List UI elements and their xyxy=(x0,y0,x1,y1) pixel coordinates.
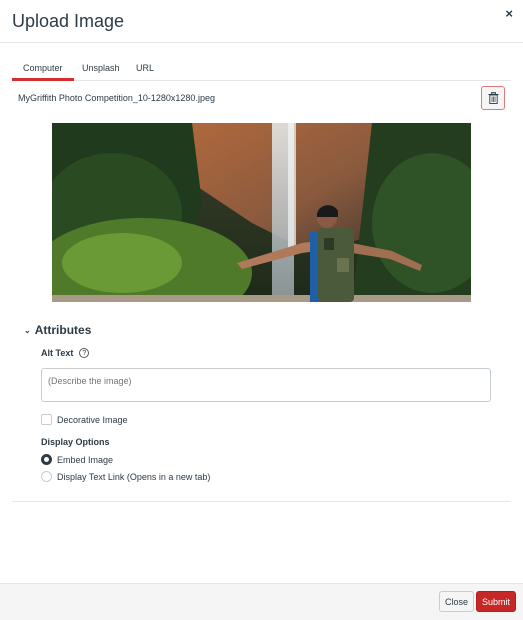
close-button[interactable]: Close xyxy=(439,591,474,612)
section-divider xyxy=(12,501,511,502)
tab-url[interactable]: URL xyxy=(136,63,154,73)
close-icon[interactable]: × xyxy=(505,6,513,21)
help-icon[interactable]: ? xyxy=(79,348,90,358)
attributes-toggle[interactable]: ⌄ Attributes xyxy=(24,323,91,337)
decorative-image-label: Decorative Image xyxy=(57,414,128,425)
radio-button[interactable] xyxy=(41,471,52,482)
modal-footer: Close Submit xyxy=(0,583,523,620)
decorative-image-option[interactable]: Decorative Image xyxy=(41,414,128,425)
radio-embed-image[interactable]: Embed Image xyxy=(41,454,113,465)
chevron-down-icon: ⌄ xyxy=(24,325,31,335)
submit-button[interactable]: Submit xyxy=(476,591,516,612)
tab-list: Computer Unsplash URL xyxy=(12,60,511,81)
upload-image-modal: Upload Image × Computer Unsplash URL MyG… xyxy=(0,0,523,620)
file-name: MyGriffith Photo Competition_10-1280x128… xyxy=(18,93,215,103)
radio-label: Display Text Link (Opens in a new tab) xyxy=(57,471,211,482)
trash-icon xyxy=(488,92,498,104)
radio-label: Embed Image xyxy=(57,454,114,465)
alt-text-label: Alt Text xyxy=(41,348,74,358)
decorative-image-checkbox[interactable] xyxy=(41,414,52,425)
alt-text-input[interactable] xyxy=(41,368,491,402)
tab-unsplash[interactable]: Unsplash xyxy=(82,63,120,73)
radio-display-text-link[interactable]: Display Text Link (Opens in a new tab) xyxy=(41,471,210,482)
radio-button-checked[interactable] xyxy=(41,454,52,465)
delete-file-button[interactable] xyxy=(481,86,505,110)
attributes-heading: Attributes xyxy=(34,323,92,337)
tab-computer[interactable]: Computer xyxy=(12,63,73,81)
alt-text-label-row: Alt Text ? xyxy=(41,348,90,358)
modal-title: Upload Image xyxy=(12,11,125,31)
display-options-label: Display Options xyxy=(41,437,110,447)
modal-header: Upload Image × xyxy=(0,0,523,43)
image-preview xyxy=(52,123,471,302)
